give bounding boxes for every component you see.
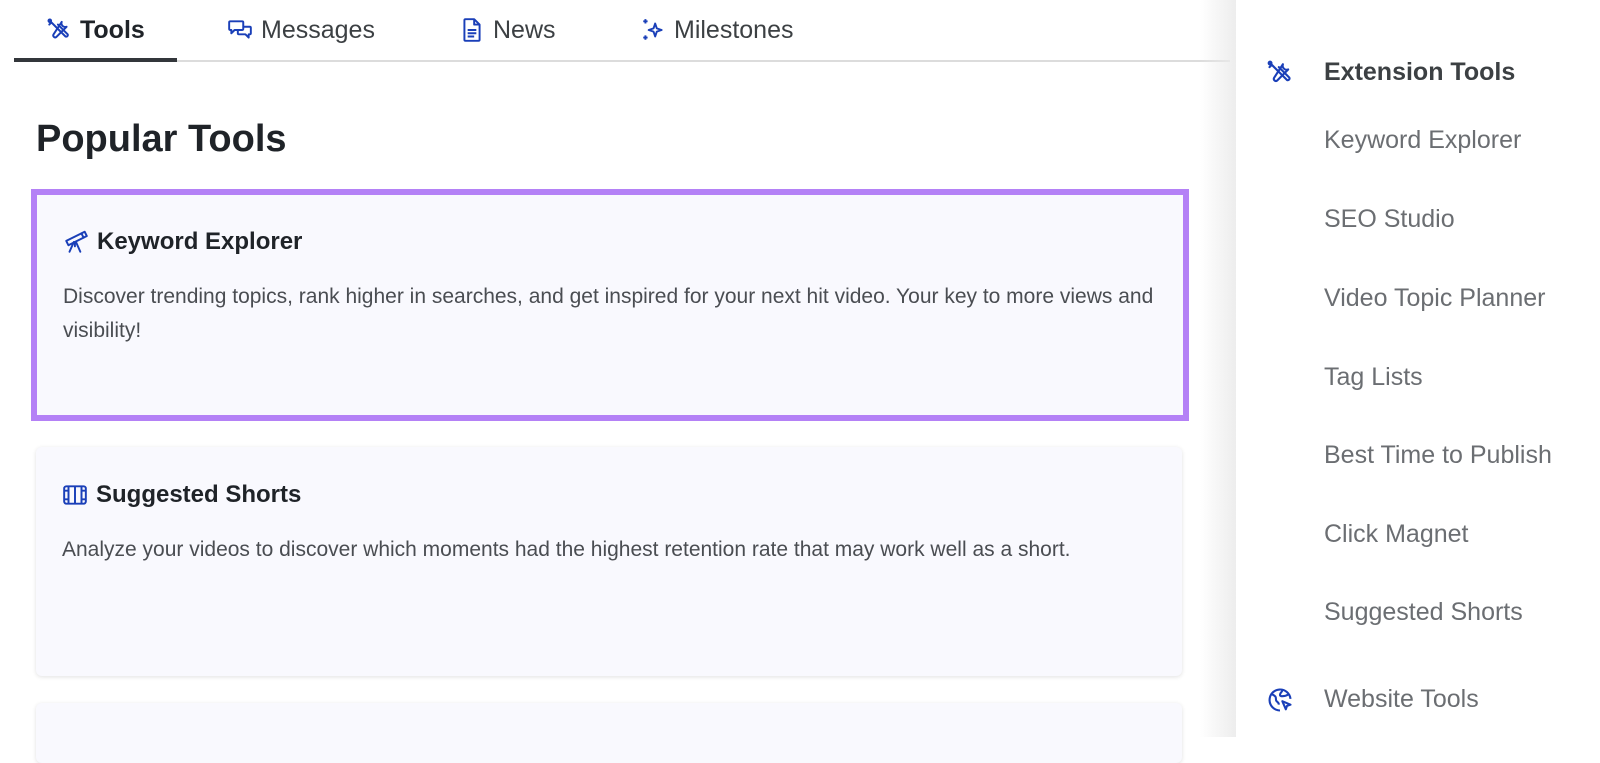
sidebar-item-suggested-shorts[interactable]: Suggested Shorts <box>1324 598 1523 627</box>
main-content: Tools Messages News Milestones Popular T… <box>0 0 1230 763</box>
tab-news[interactable]: News <box>459 0 604 60</box>
tool-card-suggested-shorts[interactable]: Suggested Shorts Analyze your videos to … <box>36 447 1182 676</box>
sidebar: Extension Tools Keyword Explorer SEO Stu… <box>1236 0 1600 737</box>
tab-label: News <box>493 15 556 44</box>
card-description: Discover trending topics, rank higher in… <box>63 285 1154 342</box>
tool-card-partial[interactable] <box>36 703 1182 763</box>
tab-label: Tools <box>80 15 145 44</box>
tab-messages[interactable]: Messages <box>227 0 412 60</box>
sidebar-item-seo-studio[interactable]: SEO Studio <box>1324 205 1455 234</box>
sidebar-section-website-tools[interactable]: Website Tools <box>1266 685 1479 714</box>
sidebar-divider <box>1200 0 1236 737</box>
page-title: Popular Tools <box>36 118 287 160</box>
tab-label: Messages <box>261 15 375 44</box>
tab-milestones[interactable]: Milestones <box>640 0 794 60</box>
sparkles-icon <box>643 19 663 40</box>
sidebar-section-label: Website Tools <box>1324 685 1479 713</box>
card-description: Analyze your videos to discover which mo… <box>62 538 1071 561</box>
film-strip-icon <box>63 485 87 505</box>
tab-bar: Tools Messages News Milestones <box>14 0 1230 62</box>
card-header: Keyword Explorer <box>63 228 302 256</box>
telescope-icon <box>65 230 88 253</box>
card-header: Suggested Shorts <box>62 481 301 509</box>
chat-bubbles-icon <box>228 20 252 39</box>
sidebar-item-keyword-explorer[interactable]: Keyword Explorer <box>1324 126 1521 155</box>
sidebar-section-extension-tools[interactable]: Extension Tools <box>1266 58 1515 87</box>
tab-label: Milestones <box>674 15 794 44</box>
sidebar-item-click-magnet[interactable]: Click Magnet <box>1324 520 1469 549</box>
sidebar-item-tag-lists[interactable]: Tag Lists <box>1324 363 1423 392</box>
card-title: Keyword Explorer <box>97 228 303 255</box>
document-icon <box>463 18 481 42</box>
tool-card-keyword-explorer[interactable]: Keyword Explorer Discover trending topic… <box>31 189 1189 421</box>
globe-cursor-icon <box>1268 687 1292 712</box>
tools-icon <box>1267 60 1291 82</box>
tools-icon <box>47 18 69 39</box>
sidebar-item-best-time-to-publish[interactable]: Best Time to Publish <box>1324 441 1552 470</box>
tab-tools[interactable]: Tools <box>14 0 177 62</box>
sidebar-section-label: Extension Tools <box>1324 58 1516 86</box>
card-title: Suggested Shorts <box>96 481 302 508</box>
sidebar-item-video-topic-planner[interactable]: Video Topic Planner <box>1324 284 1545 313</box>
